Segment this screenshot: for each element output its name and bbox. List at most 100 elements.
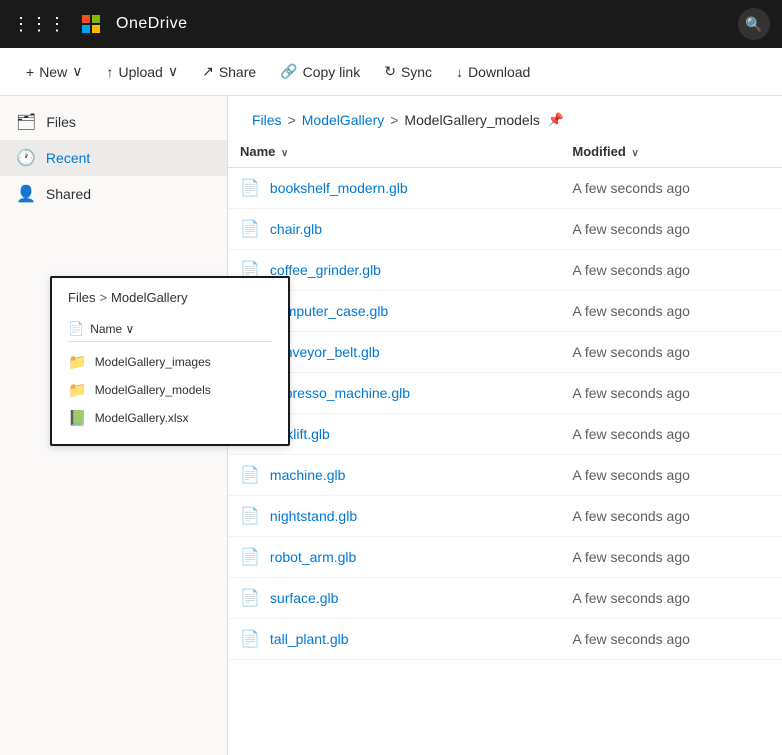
preview-item-name: ModelGallery.xlsx — [95, 411, 189, 425]
files-icon: 🗂 — [16, 112, 36, 132]
breadcrumb-model-gallery[interactable]: ModelGallery — [302, 112, 384, 128]
table-row[interactable]: 📄nightstand.glb A few seconds ago — [228, 496, 782, 537]
upload-label: Upload — [118, 64, 162, 80]
preview-header-icon: 📄 — [68, 321, 84, 337]
preview-list-item-images[interactable]: 📁 ModelGallery_images — [68, 348, 272, 376]
waffle-icon[interactable]: ⋮⋮⋮ — [12, 14, 66, 35]
modified-cell: A few seconds ago — [560, 291, 782, 332]
copy-link-label: Copy link — [303, 64, 361, 80]
sidebar-files-label: Files — [46, 114, 76, 130]
preview-item-name: ModelGallery_images — [95, 355, 211, 369]
upload-icon: ↑ — [106, 64, 113, 80]
file-name: bookshelf_modern.glb — [270, 180, 408, 196]
new-chevron-icon: ∨ — [72, 63, 82, 80]
table-row[interactable]: 📄surface.glbA few seconds ago — [228, 578, 782, 619]
sidebar-recent-label: Recent — [46, 150, 90, 166]
new-label: New — [39, 64, 67, 80]
modified-cell: A few seconds ago — [560, 209, 782, 250]
preview-sep: > — [99, 290, 107, 305]
table-row[interactable]: 📄conveyor_belt.glbA few seconds ago — [228, 332, 782, 373]
preview-breadcrumb: Files > ModelGallery — [68, 290, 272, 305]
folder-icon: 📁 — [68, 353, 87, 371]
file-name: machine.glb — [270, 467, 346, 483]
file-icon: 📄 — [240, 178, 260, 198]
sync-label: Sync — [401, 64, 432, 80]
file-name-cell[interactable]: 📄 bookshelf_modern.glb — [240, 178, 548, 198]
preview-card: Files > ModelGallery 📄 Name ∨ 📁 ModelGal… — [50, 276, 290, 446]
col-name-header[interactable]: Name ∨ — [228, 136, 560, 168]
preview-files-crumb[interactable]: Files — [68, 290, 95, 305]
table-row[interactable]: 📄 bookshelf_modern.glb A few seconds ago — [228, 168, 782, 209]
download-button[interactable]: ↓ Download — [446, 58, 540, 86]
breadcrumb: Files > ModelGallery > ModelGallery_mode… — [228, 96, 782, 136]
shared-icon: 👤 — [16, 184, 36, 204]
sync-icon: ↻ — [384, 63, 396, 80]
upload-chevron-icon: ∨ — [168, 63, 178, 80]
file-name-cell[interactable]: 📄 robot_arm.glb — [240, 547, 548, 567]
file-icon: 📄 — [240, 547, 260, 567]
file-icon: 📄 — [240, 465, 260, 485]
table-row[interactable]: 📄chair.glb A few seconds ago — [228, 209, 782, 250]
preview-list-item-models[interactable]: 📁 ModelGallery_models — [68, 376, 272, 404]
search-button[interactable]: 🔍 — [738, 8, 770, 40]
share-icon: ↗ — [202, 63, 214, 80]
toolbar: + New ∨ ↑ Upload ∨ ↗ Share 🔗 Copy link ↻… — [0, 48, 782, 96]
content-area: Files > ModelGallery > ModelGallery_mode… — [228, 96, 782, 755]
file-name-cell[interactable]: 📄chair.glb — [240, 219, 548, 239]
table-row[interactable]: 📄tall_plant.glb A few seconds ago — [228, 619, 782, 660]
microsoft-logo — [82, 15, 100, 33]
folder-icon: 📁 — [68, 381, 87, 399]
recent-icon: 🕐 — [16, 148, 36, 168]
upload-button[interactable]: ↑ Upload ∨ — [96, 57, 188, 86]
pin-icon[interactable]: 📌 — [548, 112, 564, 128]
sort-arrow-modified: ∨ — [631, 148, 638, 159]
modified-cell: A few seconds ago — [560, 168, 782, 209]
table-row[interactable]: 📄robot_arm.glbA few seconds ago — [228, 537, 782, 578]
excel-icon: 📗 — [68, 409, 87, 427]
file-name-cell[interactable]: 📄nightstand.glb — [240, 506, 548, 526]
modified-cell: A few seconds ago — [560, 619, 782, 660]
breadcrumb-current: ModelGallery_models — [404, 112, 539, 128]
sidebar-item-shared[interactable]: 👤 Shared — [0, 176, 227, 212]
table-header-row: Name ∨ Modified ∨ — [228, 136, 782, 168]
file-icon: 📄 — [240, 588, 260, 608]
download-icon: ↓ — [456, 64, 463, 80]
sidebar-item-recent[interactable]: 🕐 Recent — [0, 140, 227, 176]
sidebar-item-files[interactable]: 🗂 Files — [0, 104, 227, 140]
download-label: Download — [468, 64, 530, 80]
file-icon: 📄 — [240, 629, 260, 649]
breadcrumb-files[interactable]: Files — [252, 112, 282, 128]
col-modified-label: Modified — [572, 144, 625, 159]
file-name: surface.glb — [270, 590, 338, 606]
modified-cell: A few seconds ago — [560, 414, 782, 455]
share-button[interactable]: ↗ Share — [192, 57, 266, 86]
table-row[interactable]: 📄forklift.glbA few seconds ago — [228, 414, 782, 455]
plus-icon: + — [26, 64, 34, 80]
file-name-cell[interactable]: 📄 surface.glb — [240, 588, 548, 608]
modified-cell: A few seconds ago — [560, 496, 782, 537]
preview-list-header: 📄 Name ∨ — [68, 317, 272, 342]
file-name-cell[interactable]: 📄tall_plant.glb — [240, 629, 548, 649]
file-name-cell[interactable]: 📄 machine.glb — [240, 465, 548, 485]
copy-link-button[interactable]: 🔗 Copy link — [270, 57, 370, 86]
modified-cell: A few seconds ago — [560, 250, 782, 291]
link-icon: 🔗 — [280, 63, 297, 80]
new-button[interactable]: + New ∨ — [16, 57, 92, 86]
table-row[interactable]: 📄 machine.glb A few seconds ago — [228, 455, 782, 496]
table-row[interactable]: 📄coffee_grinder.glbA few seconds ago — [228, 250, 782, 291]
file-name: chair.glb — [270, 221, 322, 237]
col-modified-header[interactable]: Modified ∨ — [560, 136, 782, 168]
preview-folder-crumb[interactable]: ModelGallery — [111, 290, 188, 305]
modified-cell: A few seconds ago — [560, 373, 782, 414]
file-name: robot_arm.glb — [270, 549, 356, 565]
preview-name-col: Name ∨ — [90, 322, 134, 336]
table-row[interactable]: 📄espresso_machine.glbA few seconds ago — [228, 373, 782, 414]
table-row[interactable]: 📄computer_case.glbA few seconds ago — [228, 291, 782, 332]
sync-button[interactable]: ↻ Sync — [374, 57, 442, 86]
main-layout: 🗂 Files 🕐 Recent 👤 Shared Files > ModelG… — [0, 96, 782, 755]
modified-cell: A few seconds ago — [560, 455, 782, 496]
modified-cell: A few seconds ago — [560, 332, 782, 373]
preview-list-item-xlsx[interactable]: 📗 ModelGallery.xlsx — [68, 404, 272, 432]
breadcrumb-sep2: > — [390, 112, 398, 128]
sidebar: 🗂 Files 🕐 Recent 👤 Shared Files > ModelG… — [0, 96, 228, 755]
